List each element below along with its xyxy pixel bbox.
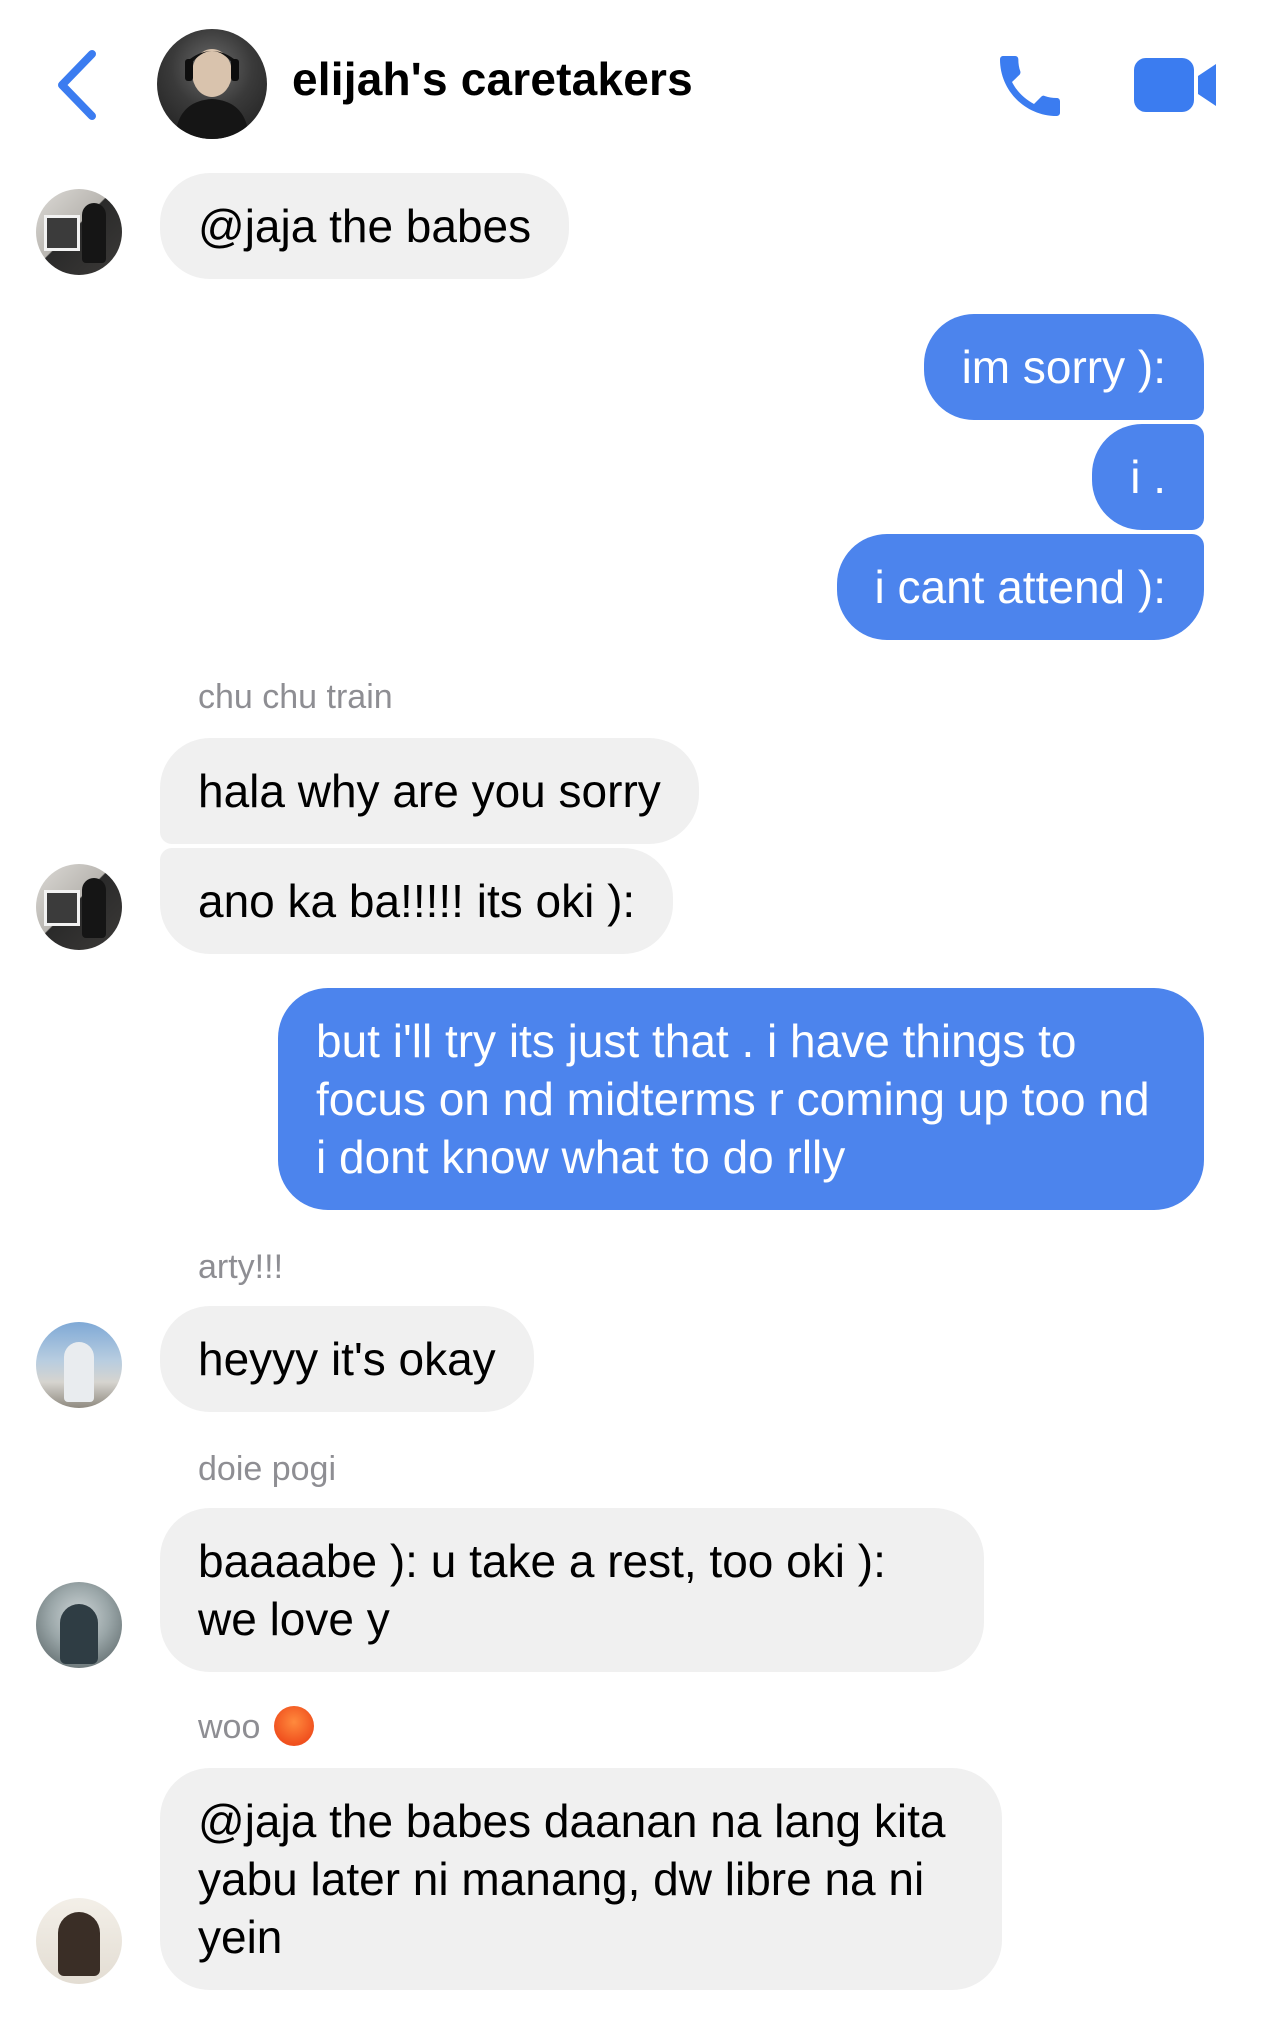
sender-name: doie pogi <box>198 1450 337 1488</box>
avatar[interactable] <box>36 1322 122 1408</box>
video-camera-icon <box>1134 58 1216 112</box>
avatar[interactable] <box>36 1582 122 1668</box>
outgoing-message[interactable]: im sorry ): <box>923 314 1204 420</box>
chat-header: elijah's caretakers <box>0 0 1284 170</box>
avatar[interactable] <box>36 864 122 950</box>
avatar[interactable] <box>36 189 122 275</box>
outgoing-message[interactable]: i . <box>1092 424 1204 530</box>
phone-icon <box>1000 56 1060 116</box>
incoming-message[interactable]: hala why are you sorry <box>160 738 699 844</box>
sender-name: chu chu train <box>198 678 393 716</box>
outgoing-message[interactable]: i cant attend ): <box>836 534 1204 640</box>
incoming-message[interactable]: ano ka ba!!!!! its oki ): <box>160 848 674 954</box>
incoming-message[interactable]: baaaabe ): u take a rest, too oki ): we … <box>160 1508 984 1672</box>
incoming-message[interactable]: @jaja the babes daanan na lang kita yabu… <box>160 1768 1002 1990</box>
video-call-button[interactable] <box>1130 52 1220 118</box>
group-avatar[interactable] <box>157 29 267 139</box>
call-button[interactable] <box>990 46 1070 126</box>
angry-face-icon <box>274 1706 315 1747</box>
group-title[interactable]: elijah's caretakers <box>292 52 693 106</box>
sender-name-text: woo <box>198 1708 261 1746</box>
avatar[interactable] <box>36 1898 122 1984</box>
incoming-message[interactable]: heyyy it's okay <box>160 1306 534 1412</box>
sender-name: woo <box>198 1706 315 1749</box>
outgoing-message[interactable]: but i'll try its just that . i have thin… <box>278 988 1204 1210</box>
group-avatar-image <box>175 49 249 139</box>
back-button[interactable] <box>50 40 110 130</box>
incoming-message[interactable]: @jaja the babes <box>160 173 570 279</box>
sender-name: arty!!! <box>198 1248 284 1286</box>
chevron-left-icon <box>58 50 96 120</box>
